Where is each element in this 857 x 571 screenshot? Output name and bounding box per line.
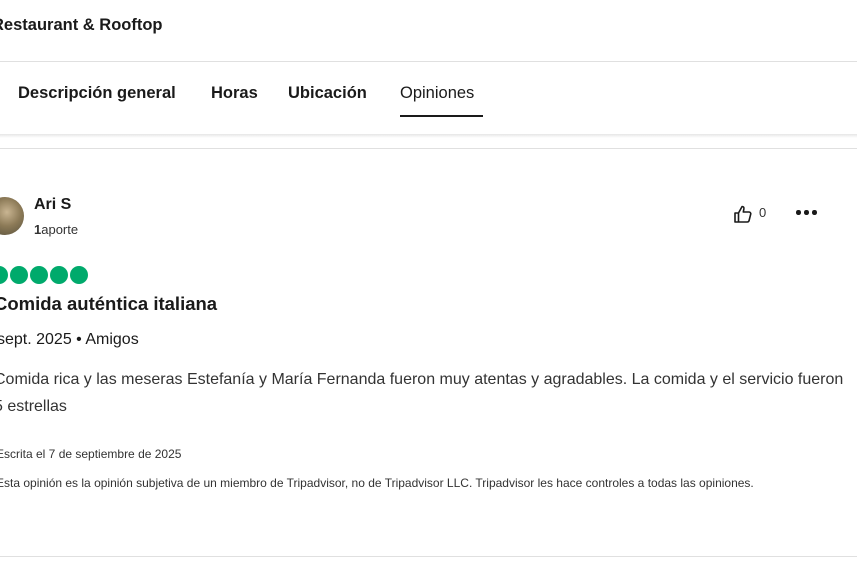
avatar[interactable] (0, 197, 24, 235)
contribution-count: 1aporte (34, 222, 79, 237)
tab-bar: Descripción general Horas Ubicación Opin… (0, 62, 857, 134)
review-disclaimer: Esta opinión es la opinión subjetiva de … (0, 476, 754, 490)
helpful-vote-button[interactable]: 0 (733, 204, 769, 224)
section-divider (0, 148, 857, 149)
review-written-date: Escrita el 7 de septiembre de 2025 (0, 447, 182, 461)
tab-overview[interactable]: Descripción general (18, 84, 176, 103)
review-meta: sept. 2025 • Amigos (0, 331, 139, 348)
more-options-icon (796, 210, 801, 215)
restaurant-title: Restaurant & Rooftop (0, 16, 163, 34)
tab-reviews[interactable]: Opiniones (400, 84, 474, 103)
helpful-vote-count: 0 (759, 205, 767, 220)
rating-bubble (50, 266, 68, 284)
tab-bar-shadow (0, 134, 857, 138)
rating-bubble (10, 266, 28, 284)
tab-location[interactable]: Ubicación (288, 84, 367, 103)
more-options-button[interactable] (795, 203, 819, 221)
reviewer-name[interactable]: Ari S (34, 196, 71, 214)
review-title[interactable]: Comida auténtica italiana (0, 293, 217, 315)
tab-hours[interactable]: Horas (211, 84, 258, 103)
review-divider (0, 556, 857, 557)
thumbs-up-icon (734, 205, 752, 223)
active-tab-indicator (400, 115, 483, 117)
rating-bubble (70, 266, 88, 284)
review-body: Comida rica y las meseras Estefanía y Ma… (0, 371, 844, 415)
rating-bubble (30, 266, 48, 284)
rating-bubble (0, 266, 8, 284)
